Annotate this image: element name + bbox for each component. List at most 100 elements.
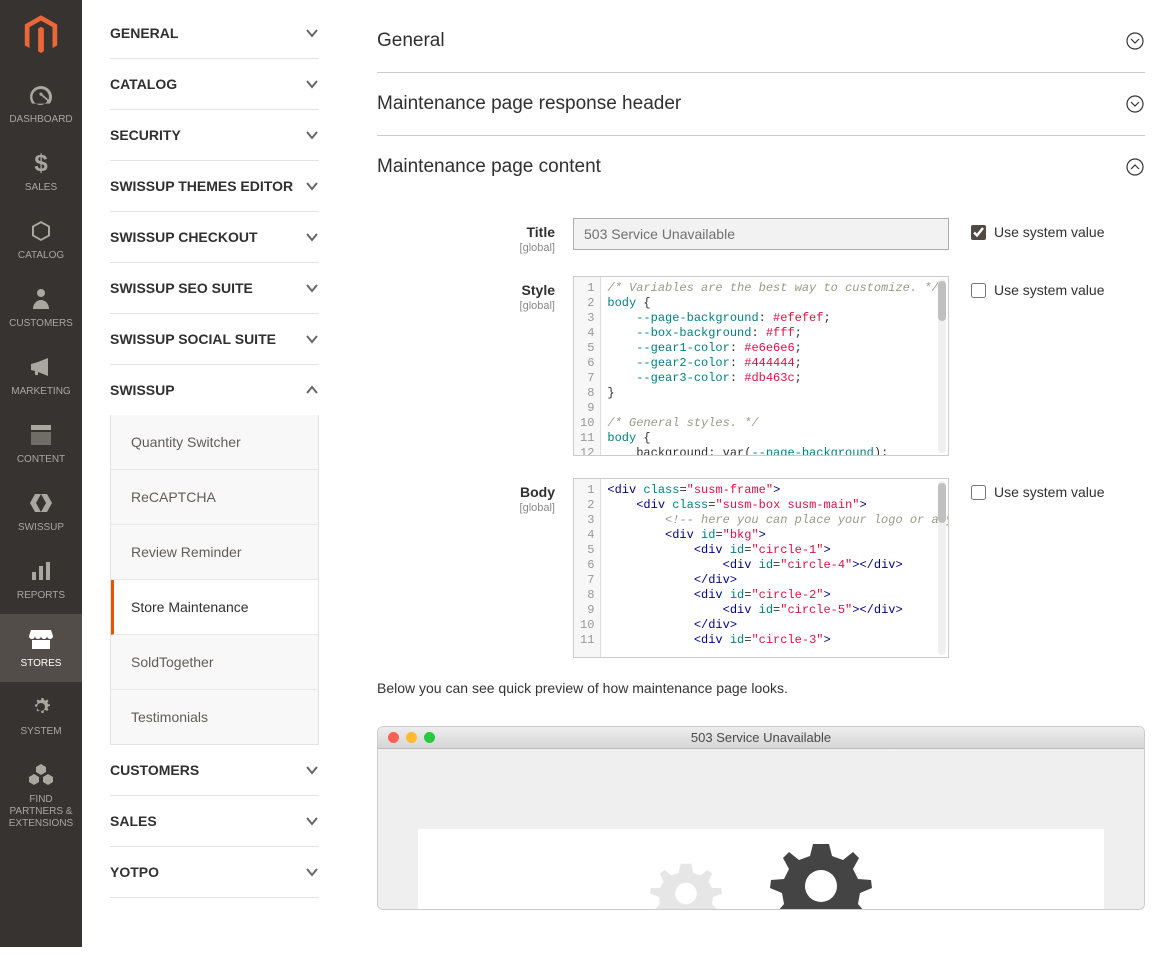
section-content-header[interactable]: Maintenance page content <box>377 136 1145 198</box>
config-subitem-review[interactable]: Review Reminder <box>111 525 318 580</box>
nav-dashboard[interactable]: DASHBOARD <box>0 70 82 138</box>
config-tab-header-sales_tab[interactable]: SALES <box>110 796 319 846</box>
config-tab-swissup: SWISSUP Quantity SwitcherReCAPTCHAReview … <box>110 365 319 745</box>
preview-content-box <box>418 829 1104 909</box>
preview-window-title: 503 Service Unavailable <box>378 730 1144 745</box>
config-tab-label: CUSTOMERS <box>110 762 199 778</box>
expand-icon <box>1125 31 1145 51</box>
config-tab-header-customers[interactable]: CUSTOMERS <box>110 745 319 795</box>
cubes-icon <box>28 762 54 788</box>
field-style: Style [global] 123456789101112 /* Variab… <box>377 276 1145 456</box>
store-icon <box>28 626 54 652</box>
chevron-down-icon <box>305 77 319 91</box>
preview-titlebar: 503 Service Unavailable <box>378 727 1144 749</box>
config-tab-header-swissup_checkout[interactable]: SWISSUP CHECKOUT <box>110 212 319 262</box>
config-tab-header-yotpo[interactable]: YOTPO <box>110 847 319 897</box>
nav-catalog[interactable]: CATALOG <box>0 206 82 274</box>
config-tab-swissup_seo: SWISSUP SEO SUITE <box>110 263 319 314</box>
chevron-down-icon <box>305 179 319 193</box>
gauge-icon <box>28 82 54 108</box>
field-label: Title [global] <box>377 218 573 254</box>
nav-swissup[interactable]: SWISSUP <box>0 478 82 546</box>
nav-label: SYSTEM <box>20 726 61 738</box>
section-title: Maintenance page content <box>377 156 601 178</box>
title-use-system-checkbox[interactable] <box>971 225 986 240</box>
section-general-header[interactable]: General <box>377 10 1145 72</box>
body-code-editor[interactable]: 1234567891011 <div class="susm-frame"> <… <box>573 478 949 658</box>
nav-content[interactable]: CONTENT <box>0 410 82 478</box>
config-tab-header-swissup_seo[interactable]: SWISSUP SEO SUITE <box>110 263 319 313</box>
gear-icon <box>28 694 54 720</box>
section-response-header: Maintenance page response header <box>377 73 1145 136</box>
bars-icon <box>28 558 54 584</box>
cube-icon <box>28 218 54 244</box>
config-subitem-recaptcha[interactable]: ReCAPTCHA <box>111 470 318 525</box>
config-tab-header-swissup_themes[interactable]: SWISSUP THEMES EDITOR <box>110 161 319 211</box>
title-input <box>573 218 949 250</box>
nav-stores[interactable]: STORES <box>0 614 82 682</box>
traffic-light-close-icon <box>388 732 399 743</box>
config-tab-header-security[interactable]: SECURITY <box>110 110 319 160</box>
magento-logo[interactable] <box>0 0 82 70</box>
config-subitem-qty[interactable]: Quantity Switcher <box>111 415 318 470</box>
config-tab-label: SWISSUP <box>110 382 175 398</box>
chevron-down-icon <box>305 865 319 879</box>
config-tab-customers: CUSTOMERS <box>110 745 319 796</box>
nav-system[interactable]: SYSTEM <box>0 682 82 750</box>
nav-label: CUSTOMERS <box>9 318 73 330</box>
nav-partners[interactable]: FIND PARTNERS & EXTENSIONS <box>0 750 82 842</box>
preview-window: 503 Service Unavailable <box>377 726 1145 910</box>
nav-label: CATALOG <box>18 250 64 262</box>
config-subitem-maintenance[interactable]: Store Maintenance <box>111 580 318 635</box>
config-tab-general: GENERAL <box>110 8 319 59</box>
config-tab-swissup_social: SWISSUP SOCIAL SUITE <box>110 314 319 365</box>
config-tab-sales_tab: SALES <box>110 796 319 847</box>
nav-customers[interactable]: CUSTOMERS <box>0 274 82 342</box>
style-use-system-checkbox[interactable] <box>971 283 986 298</box>
config-sidebar: GENERALCATALOGSECURITY SWISSUP THEMES EDI… <box>82 0 347 947</box>
config-subitem-testimonials[interactable]: Testimonials <box>111 690 318 744</box>
admin-sidebar: DASHBOARD $SALES CATALOG CUSTOMERS MARKETING… <box>0 0 82 947</box>
person-icon <box>28 286 54 312</box>
chevron-down-icon <box>305 26 319 40</box>
config-tab-yotpo: YOTPO <box>110 847 319 898</box>
preview-body <box>378 749 1144 909</box>
section-response-header-header[interactable]: Maintenance page response header <box>377 73 1145 135</box>
section-title: Maintenance page response header <box>377 93 681 115</box>
config-subitem-soldtogether[interactable]: SoldTogether <box>111 635 318 690</box>
chevron-up-icon <box>305 383 319 397</box>
nav-label: STORES <box>21 658 62 670</box>
field-body: Body [global] 1234567891011 <div class="… <box>377 478 1145 658</box>
main-content: General Maintenance page response header… <box>347 0 1173 980</box>
scrollbar[interactable] <box>938 481 946 655</box>
field-label: Style [global] <box>377 276 573 312</box>
style-code-editor[interactable]: 123456789101112 /* Variables are the bes… <box>573 276 949 456</box>
config-tab-header-swissup[interactable]: SWISSUP <box>110 365 319 415</box>
gear-light-icon <box>641 859 731 909</box>
body-use-system-checkbox[interactable] <box>971 485 986 500</box>
config-tab-swissup_themes: SWISSUP THEMES EDITOR <box>110 161 319 212</box>
scrollbar[interactable] <box>938 279 946 453</box>
config-tab-header-catalog[interactable]: CATALOG <box>110 59 319 109</box>
config-tab-catalog: CATALOG <box>110 59 319 110</box>
config-tab-label: YOTPO <box>110 864 159 880</box>
nav-label: SWISSUP <box>18 522 64 534</box>
traffic-lights <box>388 732 435 743</box>
expand-icon <box>1125 94 1145 114</box>
traffic-light-zoom-icon <box>424 732 435 743</box>
nav-label: DASHBOARD <box>9 114 72 126</box>
nav-marketing[interactable]: MARKETING <box>0 342 82 410</box>
chevron-down-icon <box>305 763 319 777</box>
chevron-down-icon <box>305 281 319 295</box>
nav-reports[interactable]: REPORTS <box>0 546 82 614</box>
chevron-down-icon <box>305 332 319 346</box>
nav-label: REPORTS <box>17 590 65 602</box>
config-tab-header-swissup_social[interactable]: SWISSUP SOCIAL SUITE <box>110 314 319 364</box>
nav-label: MARKETING <box>11 386 70 398</box>
use-system-label: Use system value <box>994 224 1104 240</box>
config-tab-header-general[interactable]: GENERAL <box>110 8 319 58</box>
config-tab-label: SWISSUP SOCIAL SUITE <box>110 331 276 347</box>
gear-dark-icon <box>761 844 881 909</box>
nav-sales[interactable]: $SALES <box>0 138 82 206</box>
config-tab-label: SWISSUP THEMES EDITOR <box>110 178 293 194</box>
